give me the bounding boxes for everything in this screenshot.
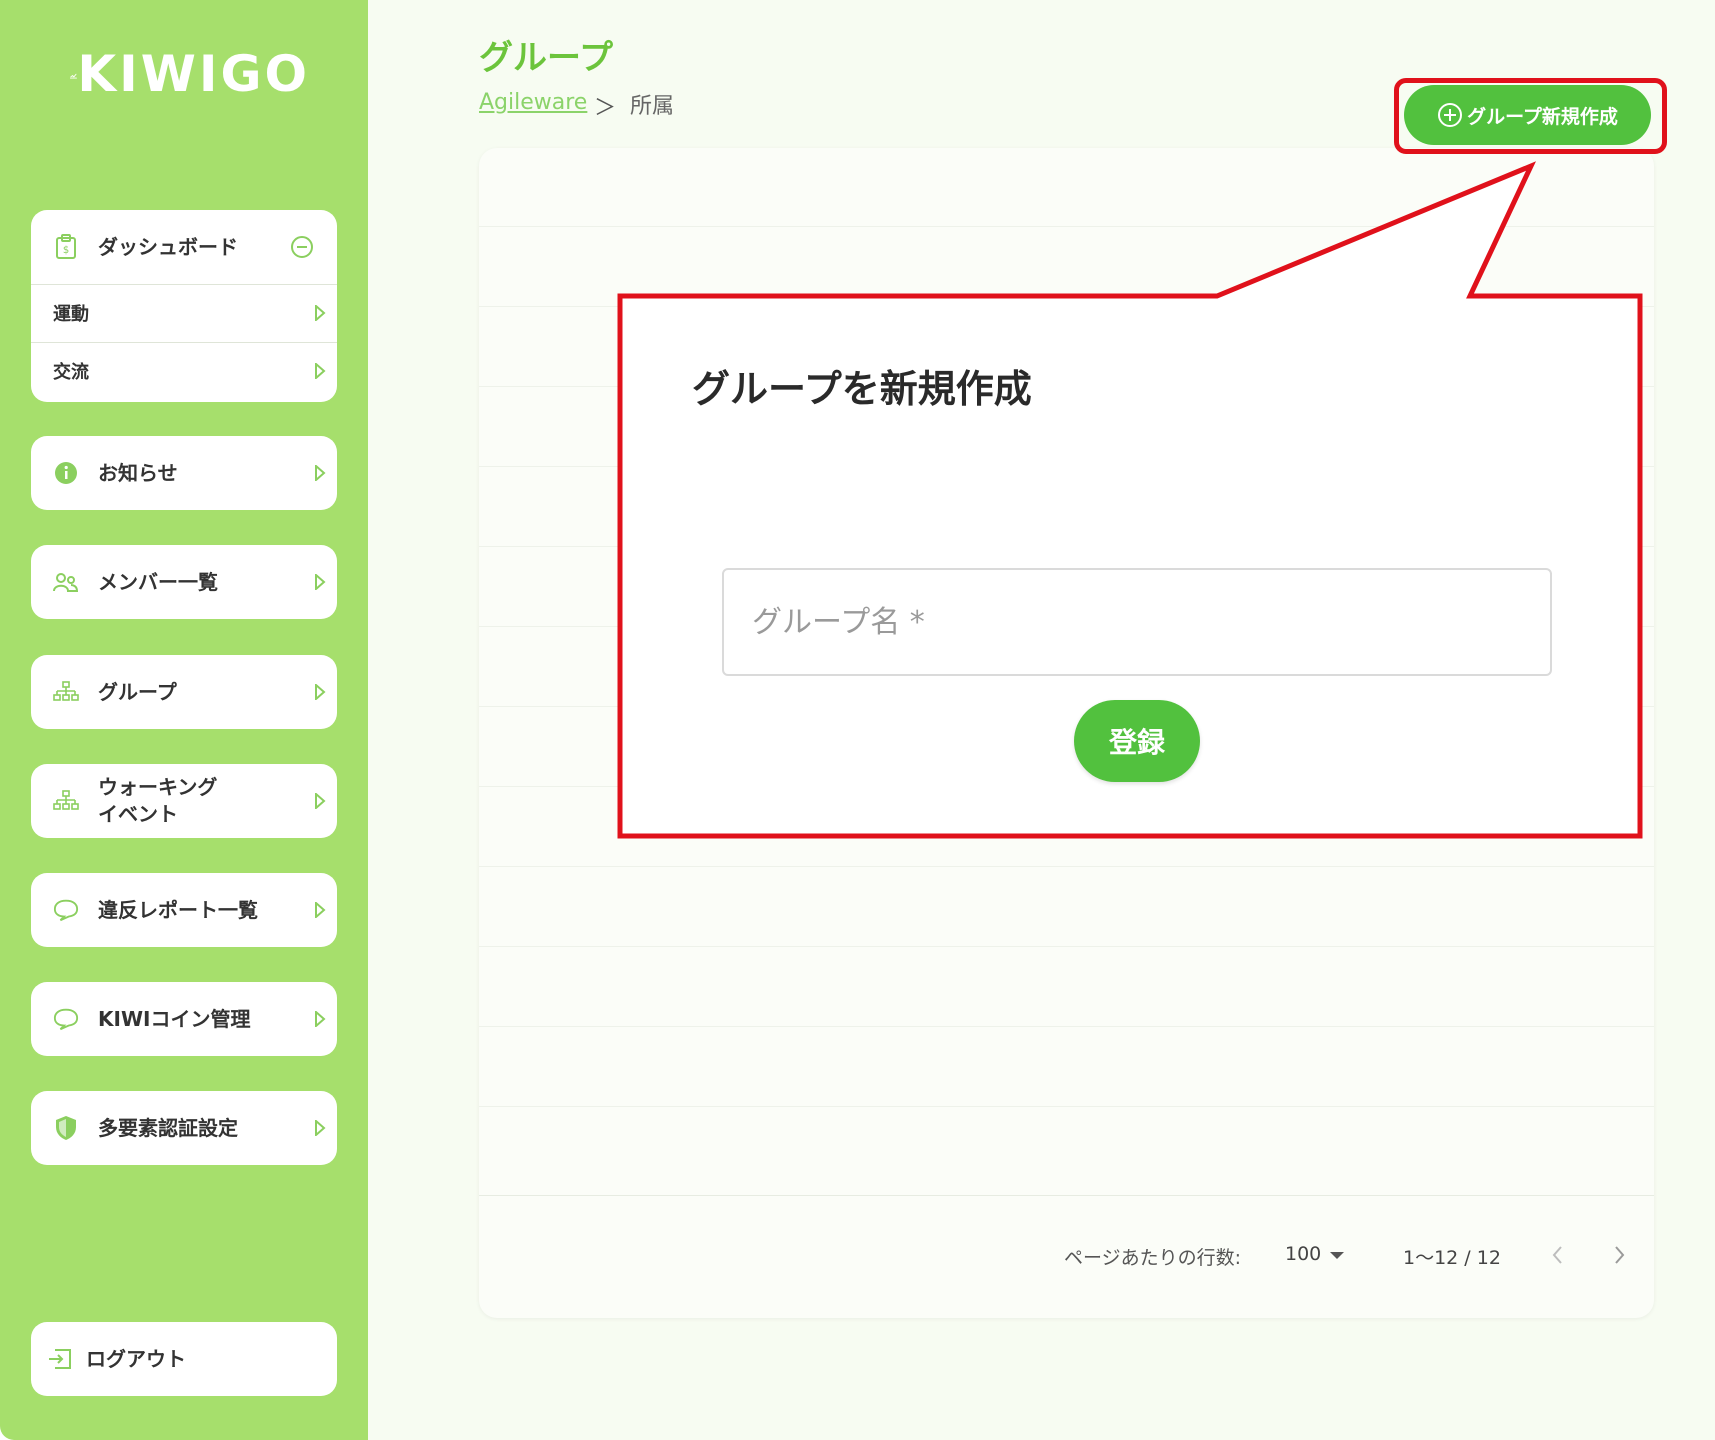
info-icon — [53, 460, 79, 486]
logout-label: ログアウト — [86, 1347, 186, 1371]
breadcrumb-current: 所属 — [630, 94, 675, 119]
sidebar-item-dashboard[interactable]: $ ダッシュボード — [31, 234, 337, 260]
chevron-right-icon — [315, 684, 326, 700]
sidebar-item-label: 交流 — [53, 362, 89, 383]
chevron-right-icon — [315, 1120, 326, 1136]
highlight-box — [1394, 78, 1667, 154]
sidebar-item-walking-event[interactable]: ウォーキング イベント — [31, 764, 337, 838]
org-chart-icon — [53, 788, 79, 814]
dropdown-caret-icon[interactable] — [1330, 1252, 1344, 1259]
svg-text:$: $ — [63, 245, 69, 256]
rows-per-page-label: ページあたりの行数: — [1064, 1247, 1242, 1269]
sidebar-item-group[interactable]: グループ — [31, 655, 337, 729]
table-row — [479, 1106, 1654, 1107]
chevron-right-icon — [315, 1011, 326, 1027]
sidebar: KIWIGO $ ダッシュボード 運動 交流 お知らせ メンバー一覧 グループ … — [0, 0, 368, 1440]
table-row — [479, 786, 1654, 787]
logout-icon — [47, 1346, 73, 1372]
sidebar-item-label: メンバー一覧 — [98, 570, 218, 594]
table-row — [479, 866, 1654, 867]
table-footer-divider — [479, 1195, 1654, 1196]
users-icon — [53, 569, 79, 595]
chevron-right-icon — [315, 793, 326, 809]
logout-button[interactable]: ログアウト — [31, 1322, 337, 1396]
shield-icon — [53, 1115, 79, 1141]
chevron-right-icon — [315, 465, 326, 481]
kiwigo-logo: KIWIGO — [70, 44, 310, 104]
sidebar-item-kiwi-coin[interactable]: KIWIコイン管理 — [31, 982, 337, 1056]
sidebar-item-notices[interactable]: お知らせ — [31, 436, 337, 510]
table-row — [479, 946, 1654, 947]
sidebar-item-label: お知らせ — [98, 461, 178, 485]
sidebar-item-label: 多要素認証設定 — [98, 1116, 238, 1140]
sidebar-item-label: グループ — [98, 680, 177, 704]
chevron-right-icon — [315, 574, 326, 590]
speech-bubble-icon — [53, 1006, 79, 1032]
breadcrumb-link[interactable]: Agileware — [479, 90, 587, 115]
clipboard-icon: $ — [53, 234, 79, 260]
group-name-input[interactable] — [722, 568, 1552, 676]
table-row — [479, 386, 1654, 387]
sidebar-item-mfa-settings[interactable]: 多要素認証設定 — [31, 1091, 337, 1165]
page-title: グループ — [479, 38, 613, 78]
sidebar-item-interaction[interactable]: 交流 — [31, 358, 337, 384]
sidebar-item-members[interactable]: メンバー一覧 — [31, 545, 337, 619]
sidebar-item-label: 運動 — [53, 304, 89, 325]
divider — [31, 284, 337, 285]
runner-shoe-icon — [70, 73, 77, 79]
sidebar-item-label: KIWIコイン管理 — [98, 1007, 251, 1031]
chevron-right-icon — [315, 363, 326, 379]
speech-bubble-icon — [53, 897, 79, 923]
table-row — [479, 1026, 1654, 1027]
chevron-right-icon — [315, 902, 326, 918]
chevron-left-icon[interactable] — [1548, 1244, 1568, 1266]
dashboard-group: $ ダッシュボード 運動 交流 — [31, 210, 337, 402]
sidebar-item-exercise[interactable]: 運動 — [31, 300, 337, 326]
divider — [31, 342, 337, 343]
table-row — [479, 546, 1654, 547]
table-row — [479, 706, 1654, 707]
sidebar-item-label: ダッシュボード — [98, 235, 238, 259]
sidebar-item-label: 違反レポート一覧 — [98, 898, 258, 922]
pagination-range: 1〜12 / 12 — [1403, 1247, 1501, 1269]
breadcrumb-separator: ＞ — [594, 96, 617, 121]
sidebar-item-label-line1: ウォーキング — [98, 775, 218, 799]
table-row — [479, 466, 1654, 467]
rows-per-page-select[interactable]: 100 — [1285, 1243, 1321, 1265]
table-row — [479, 226, 1654, 227]
sidebar-item-label-line2: イベント — [98, 802, 178, 826]
register-button[interactable]: 登録 — [1074, 700, 1200, 782]
logo-text: KIWIGO — [77, 45, 310, 103]
group-table — [479, 148, 1654, 1318]
dialog-title: グループを新規作成 — [692, 367, 1032, 411]
chevron-right-icon[interactable] — [1609, 1244, 1629, 1266]
org-chart-icon — [53, 679, 79, 705]
table-row — [479, 306, 1654, 307]
collapse-icon[interactable] — [290, 235, 314, 263]
sidebar-item-violation-reports[interactable]: 違反レポート一覧 — [31, 873, 337, 947]
chevron-right-icon — [315, 305, 326, 321]
